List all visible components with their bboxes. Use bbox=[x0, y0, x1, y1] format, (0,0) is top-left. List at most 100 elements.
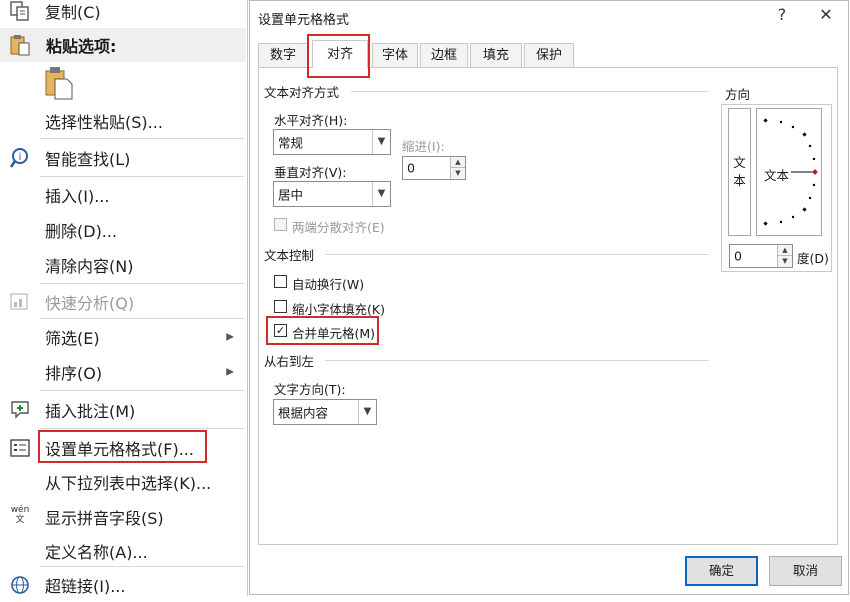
quick-analysis-icon bbox=[10, 293, 28, 310]
separator bbox=[40, 390, 244, 391]
menu-item-copy[interactable]: 复制(C) bbox=[0, 0, 246, 28]
indent-stepper[interactable]: 0 ▲ ▼ bbox=[402, 156, 466, 180]
menu-label: 快速分析(Q) bbox=[45, 294, 135, 313]
degree-stepper[interactable]: 0 ▲ ▼ bbox=[729, 244, 793, 268]
chevron-down-icon[interactable]: ▼ bbox=[358, 400, 376, 424]
menu-label: 清除内容(N) bbox=[45, 257, 134, 276]
section-text-alignment: 文本对齐方式 bbox=[264, 85, 340, 100]
wrap-text-label: 自动换行(W) bbox=[292, 277, 365, 292]
menu-item-pick-from-list[interactable]: 从下拉列表中选择(K)... bbox=[0, 465, 246, 499]
stepper-value: 0 bbox=[734, 248, 742, 264]
chevron-down-icon[interactable]: ▼ bbox=[372, 182, 390, 206]
paste-options-label: 粘贴选项: bbox=[46, 37, 117, 56]
select-value: 常规 bbox=[278, 135, 304, 151]
tab-border[interactable]: 边框 bbox=[420, 43, 468, 67]
shrink-to-fit-checkbox[interactable] bbox=[274, 300, 287, 313]
hyperlink-icon bbox=[11, 576, 29, 594]
dialog-title: 设置单元格格式 bbox=[258, 13, 350, 28]
paste-icon[interactable] bbox=[45, 66, 73, 100]
menu-label: 显示拼音字段(S) bbox=[45, 509, 164, 528]
select-value: 根据内容 bbox=[278, 405, 329, 421]
section-rule bbox=[351, 91, 709, 92]
spin-up-icon[interactable]: ▲ bbox=[777, 245, 792, 256]
orientation-dial[interactable]: 文本 bbox=[756, 108, 822, 236]
format-cells-icon bbox=[10, 439, 30, 457]
separator bbox=[40, 176, 244, 177]
smart-lookup-icon: i bbox=[9, 148, 28, 168]
horizontal-align-label: 水平对齐(H): bbox=[274, 113, 348, 128]
menu-item-quick-analysis[interactable]: 快速分析(Q) bbox=[0, 285, 246, 319]
stepper-value: 0 bbox=[407, 160, 415, 176]
tab-fill[interactable]: 填充 bbox=[470, 43, 522, 67]
text-direction-label: 文字方向(T): bbox=[274, 382, 346, 397]
menu-item-filter[interactable]: 筛选(E) ▶ bbox=[0, 320, 246, 354]
menu-item-insert-comment[interactable]: 插入批注(M) bbox=[0, 393, 246, 427]
section-orientation: 方向 bbox=[725, 87, 751, 102]
menu-label: 插入(I)... bbox=[45, 187, 110, 206]
select-value: 居中 bbox=[278, 187, 304, 203]
section-rule bbox=[325, 254, 709, 255]
separator bbox=[40, 428, 244, 429]
spin-down-icon[interactable]: ▼ bbox=[777, 256, 792, 267]
vertical-align-label: 垂直对齐(V): bbox=[274, 165, 347, 180]
menu-item-insert[interactable]: 插入(I)... bbox=[0, 178, 246, 212]
justify-distributed-label: 两端分散对齐(E) bbox=[292, 220, 385, 235]
ok-button[interactable]: 确定 bbox=[685, 556, 758, 586]
spin-down-icon[interactable]: ▼ bbox=[450, 168, 465, 179]
menu-label: 超链接(I)... bbox=[45, 577, 126, 596]
separator bbox=[40, 138, 244, 139]
highlight-box-alignment-tab bbox=[307, 34, 370, 78]
menu-label: 从下拉列表中选择(K)... bbox=[45, 474, 212, 493]
menu-label: 选择性粘贴(S)... bbox=[45, 113, 163, 132]
dial-text: 文本 bbox=[764, 168, 790, 183]
context-menu: 复制(C) 粘贴选项: 选择性粘贴(S)... i 智能查找(L) 插入(I).… bbox=[0, 0, 248, 596]
separator bbox=[40, 318, 244, 319]
separator bbox=[40, 283, 244, 284]
menu-label: 插入批注(M) bbox=[45, 402, 136, 421]
svg-text:i: i bbox=[19, 152, 22, 163]
menu-item-define-name[interactable]: 定义名称(A)... bbox=[0, 534, 246, 568]
copy-icon bbox=[10, 1, 29, 21]
tab-number[interactable]: 数字 bbox=[258, 43, 308, 67]
close-button[interactable]: ✕ bbox=[814, 5, 838, 24]
horizontal-align-select[interactable]: 常规 ▼ bbox=[273, 129, 391, 155]
menu-item-paste-special[interactable]: 选择性粘贴(S)... bbox=[0, 104, 246, 138]
chevron-down-icon[interactable]: ▼ bbox=[372, 130, 390, 154]
help-button[interactable]: ? bbox=[770, 5, 794, 24]
degree-label: 度(D) bbox=[797, 251, 829, 266]
menu-item-sort[interactable]: 排序(O) ▶ bbox=[0, 355, 246, 389]
submenu-arrow-icon: ▶ bbox=[226, 331, 234, 343]
submenu-arrow-icon: ▶ bbox=[226, 366, 234, 378]
tab-protection[interactable]: 保护 bbox=[524, 43, 574, 67]
spin-up-icon[interactable]: ▲ bbox=[450, 157, 465, 168]
text-direction-select[interactable]: 根据内容 ▼ bbox=[273, 399, 377, 425]
menu-item-smart-lookup[interactable]: i 智能查找(L) bbox=[0, 141, 246, 175]
format-cells-dialog: 设置单元格格式 ? ✕ 数字 对齐 字体 边框 填充 保护 文本对齐方式 水平对… bbox=[249, 0, 849, 595]
section-rule bbox=[325, 360, 709, 361]
menu-label: 筛选(E) bbox=[45, 329, 100, 348]
menu-item-delete[interactable]: 删除(D)... bbox=[0, 213, 246, 247]
menu-item-phonetic[interactable]: wén 文 显示拼音字段(S) bbox=[0, 500, 246, 534]
paste-options-header: 粘贴选项: bbox=[0, 28, 246, 62]
menu-item-clear-contents[interactable]: 清除内容(N) bbox=[0, 248, 246, 282]
indent-label: 缩进(I): bbox=[402, 139, 445, 154]
wrap-text-checkbox[interactable] bbox=[274, 275, 287, 288]
justify-distributed-checkbox[interactable] bbox=[274, 218, 287, 231]
cancel-button[interactable]: 取消 bbox=[769, 556, 842, 586]
section-right-to-left: 从右到左 bbox=[264, 354, 315, 369]
menu-label: 排序(O) bbox=[45, 364, 103, 383]
comment-icon bbox=[11, 401, 29, 419]
phonetic-icon: wén 文 bbox=[10, 505, 30, 525]
clipboard-icon bbox=[10, 35, 30, 56]
vertical-align-select[interactable]: 居中 ▼ bbox=[273, 181, 391, 207]
menu-label: 删除(D)... bbox=[45, 222, 118, 241]
menu-label: 智能查找(L) bbox=[45, 150, 131, 169]
section-text-control: 文本控制 bbox=[264, 248, 315, 263]
menu-item-hyperlink[interactable]: 超链接(I)... bbox=[0, 568, 246, 602]
highlight-box-format-cells bbox=[38, 430, 207, 463]
vertical-text-button[interactable]: 文 本 bbox=[728, 108, 751, 236]
menu-label: 复制(C) bbox=[45, 3, 101, 22]
alignment-panel: 文本对齐方式 水平对齐(H): 常规 ▼ 缩进(I): 0 ▲ ▼ 垂直对齐(V… bbox=[258, 67, 838, 545]
separator bbox=[40, 566, 244, 567]
tab-font[interactable]: 字体 bbox=[372, 43, 418, 67]
